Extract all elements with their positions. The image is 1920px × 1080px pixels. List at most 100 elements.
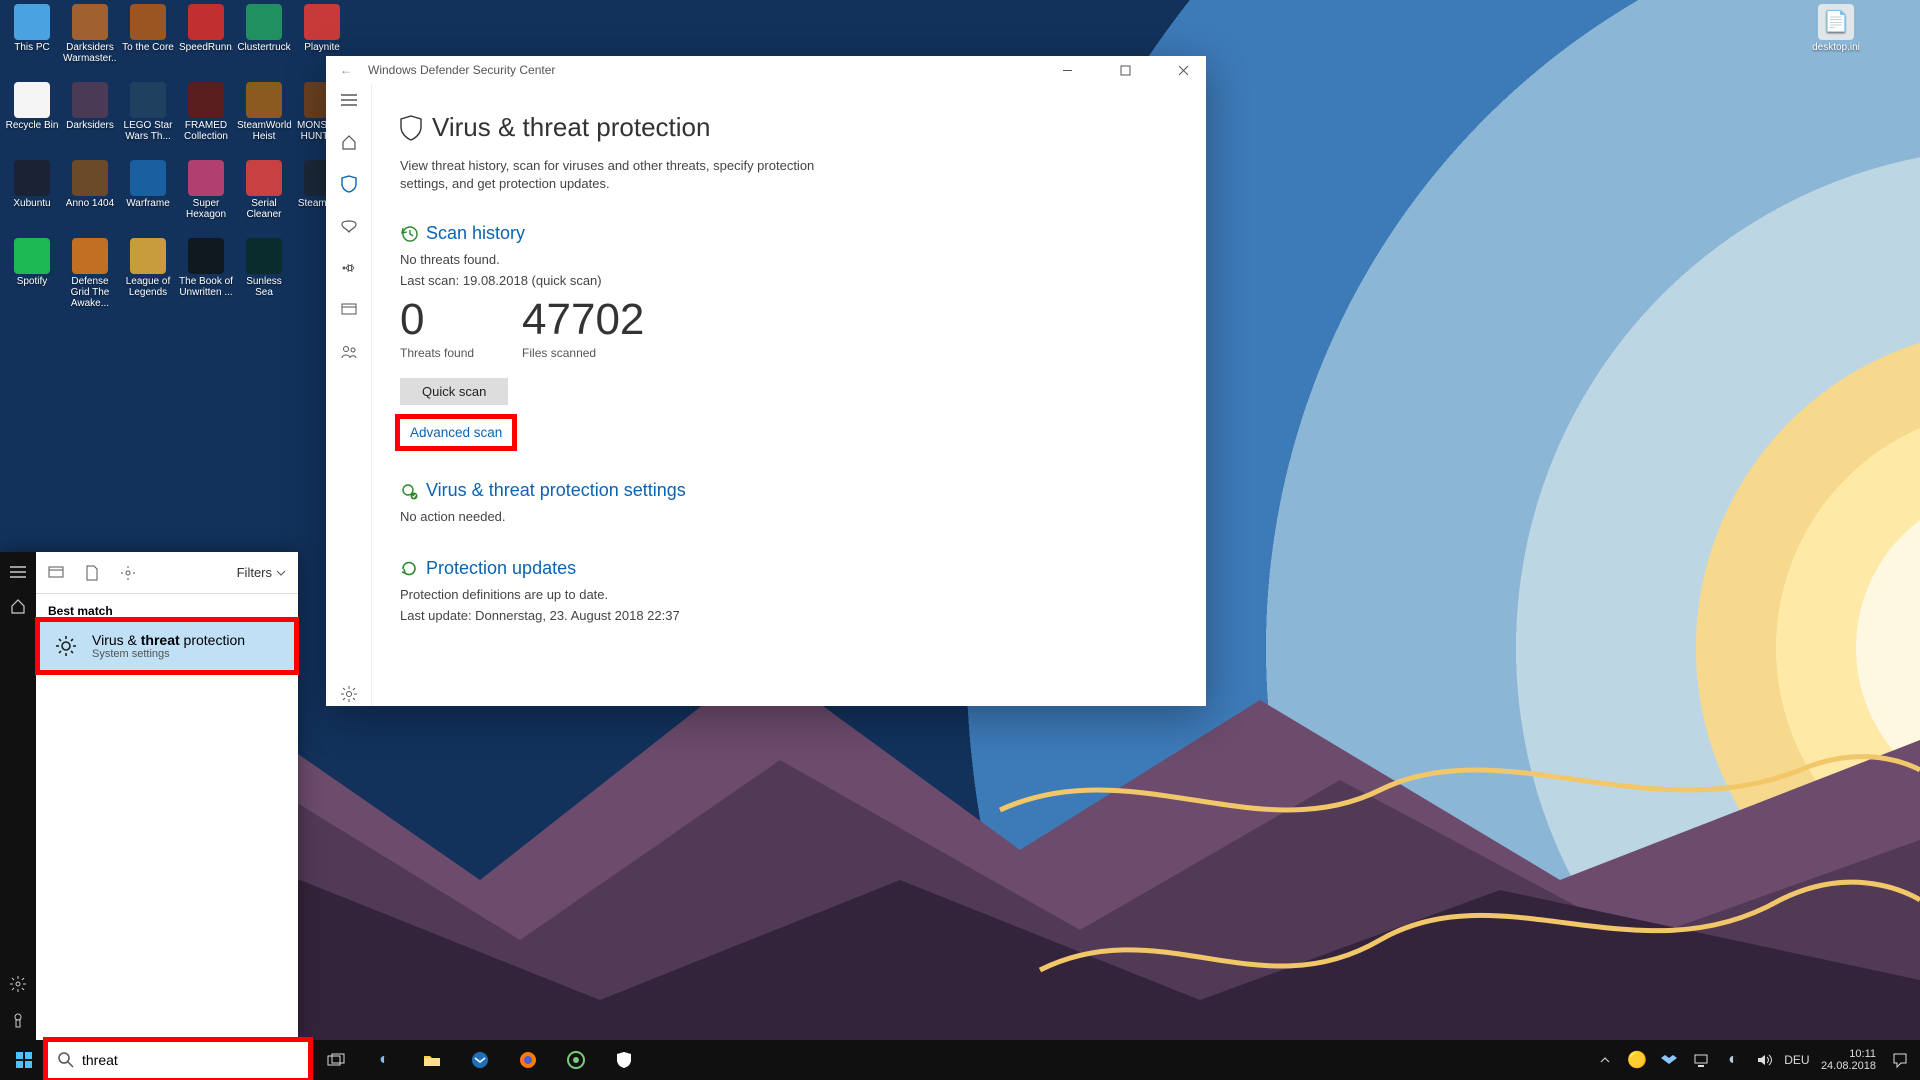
taskbar-thunderbird[interactable]	[456, 1040, 504, 1080]
update-icon	[400, 560, 418, 578]
taskbar-explorer[interactable]	[408, 1040, 456, 1080]
tray-weather-icon[interactable]: 🟡	[1623, 1040, 1651, 1080]
last-scan-text: Last scan: 19.08.2018 (quick scan)	[400, 273, 1170, 288]
search-result-vtp[interactable]: Virus & threat protection System setting…	[40, 622, 294, 670]
desktop-icon[interactable]: Spotify	[4, 238, 60, 314]
history-icon	[400, 225, 418, 243]
result-title: Virus & threat protection	[92, 632, 245, 648]
scan-history-section: Scan history No threats found. Last scan…	[400, 223, 1170, 446]
settings-check-icon	[400, 482, 418, 500]
defender-content: Virus & threat protection View threat hi…	[372, 84, 1206, 706]
desktop-icon[interactable]: To the Core	[120, 4, 176, 80]
nav-home-icon[interactable]	[333, 130, 365, 154]
nav-virus-icon[interactable]	[333, 172, 365, 196]
desktop-icons-grid: This PCRecycle BinXubuntuSpotify Darkside…	[4, 4, 350, 392]
tray-chevron-icon[interactable]	[1591, 1040, 1619, 1080]
taskbar-defender[interactable]	[600, 1040, 648, 1080]
desktop-icon[interactable]: LEGO Star Wars Th...	[120, 82, 176, 158]
protection-updates-section: Protection updates Protection definition…	[400, 558, 1170, 623]
chevron-down-icon	[276, 570, 286, 576]
vtp-settings-link[interactable]: Virus & threat protection settings	[426, 480, 686, 501]
tray-clock[interactable]: 10:11 24.08.2018	[1815, 1048, 1882, 1072]
action-center-icon[interactable]	[1886, 1040, 1914, 1080]
desktop-icon[interactable]: Super Hexagon	[178, 160, 234, 236]
search-scope-bar: Filters	[36, 552, 298, 594]
last-update-text: Last update: Donnerstag, 23. August 2018…	[400, 608, 1170, 623]
window-titlebar[interactable]: ← Windows Defender Security Center	[326, 56, 1206, 84]
protection-updates-link[interactable]: Protection updates	[426, 558, 576, 579]
scope-settings-icon[interactable]	[120, 565, 136, 581]
start-button[interactable]	[0, 1040, 48, 1080]
start-search-panel: Filters Best match Virus & threat protec…	[0, 552, 298, 1040]
vtp-settings-status: No action needed.	[400, 509, 1170, 524]
filters-dropdown[interactable]: Filters	[237, 565, 286, 580]
no-threats-text: No threats found.	[400, 252, 1170, 267]
desktop-icon[interactable]: Darksiders	[62, 82, 118, 158]
rail-feedback-icon[interactable]	[10, 1012, 26, 1028]
desktop-icon-desktop-ini[interactable]: 📄 desktop.ini	[1808, 4, 1864, 53]
files-scanned-value: 47702	[522, 298, 644, 342]
defender-window: ← Windows Defender Security Center	[326, 56, 1206, 706]
shield-icon	[400, 115, 422, 141]
page-title: Virus & threat protection	[432, 112, 710, 143]
search-icon	[58, 1052, 74, 1068]
tray-language[interactable]: DEU	[1783, 1040, 1811, 1080]
nav-firewall-icon[interactable]	[333, 256, 365, 280]
tray-steam-icon[interactable]: ◐	[1719, 1040, 1747, 1080]
hamburger-icon[interactable]	[333, 88, 365, 112]
nav-app-icon[interactable]	[333, 298, 365, 322]
task-view-button[interactable]	[312, 1040, 360, 1080]
desktop-icon[interactable]: FRAMED Collection	[178, 82, 234, 158]
taskbar-app-green[interactable]	[552, 1040, 600, 1080]
maximize-button[interactable]	[1102, 56, 1148, 84]
desktop-icon[interactable]: Sunless Sea	[236, 238, 292, 314]
threats-found-label: Threats found	[400, 346, 474, 360]
result-subtitle: System settings	[92, 648, 245, 660]
desktop-icon[interactable]: Anno 1404	[62, 160, 118, 236]
scope-apps-icon[interactable]	[48, 566, 64, 580]
desktop-icon[interactable]: SteamWorld Heist	[236, 82, 292, 158]
taskbar-firefox[interactable]	[504, 1040, 552, 1080]
nav-account-icon[interactable]	[333, 214, 365, 238]
desktop-icon[interactable]: Warframe	[120, 160, 176, 236]
quick-scan-button[interactable]: Quick scan	[400, 378, 508, 405]
nav-settings-icon[interactable]	[333, 682, 365, 706]
taskbar-search-box[interactable]	[48, 1042, 308, 1078]
rail-home-icon[interactable]	[10, 598, 26, 614]
nav-family-icon[interactable]	[333, 340, 365, 364]
gear-icon	[52, 632, 80, 660]
advanced-scan-link[interactable]: Advanced scan	[400, 419, 512, 446]
desktop-icon[interactable]: This PC	[4, 4, 60, 80]
page-description: View threat history, scan for viruses an…	[400, 157, 820, 193]
window-title: Windows Defender Security Center	[368, 63, 1032, 77]
desktop-icon[interactable]: Defense Grid The Awake...	[62, 238, 118, 314]
threats-found-value: 0	[400, 298, 474, 342]
rail-settings-icon[interactable]	[10, 976, 26, 992]
updates-status: Protection definitions are up to date.	[400, 587, 1170, 602]
desktop-icon[interactable]: Recycle Bin	[4, 82, 60, 158]
back-button[interactable]: ←	[336, 63, 356, 77]
tray-volume-icon[interactable]	[1751, 1040, 1779, 1080]
minimize-button[interactable]	[1044, 56, 1090, 84]
search-rail	[0, 552, 36, 1040]
desktop-icon[interactable]: Clustertruck	[236, 4, 292, 80]
taskbar: ◐ 🟡 ◐ DEU 10:11	[0, 1040, 1920, 1080]
taskbar-search-input[interactable]	[82, 1052, 298, 1068]
desktop-icon[interactable]: Xubuntu	[4, 160, 60, 236]
desktop-icon[interactable]: Serial Cleaner	[236, 160, 292, 236]
tray-dropbox-icon[interactable]	[1655, 1040, 1683, 1080]
scope-documents-icon[interactable]	[86, 565, 98, 581]
desktop-icon[interactable]: League of Legends	[120, 238, 176, 314]
desktop-icon[interactable]: The Book of Unwritten ...	[178, 238, 234, 314]
scan-history-link[interactable]: Scan history	[426, 223, 525, 244]
tray-network-icon[interactable]	[1687, 1040, 1715, 1080]
desktop-icon[interactable]: SpeedRunn...	[178, 4, 234, 80]
close-button[interactable]	[1160, 56, 1206, 84]
best-match-label: Best match	[36, 594, 298, 622]
nav-rail	[326, 84, 372, 706]
taskbar-steam[interactable]: ◐	[360, 1040, 408, 1080]
files-scanned-label: Files scanned	[522, 346, 644, 360]
rail-hamburger-icon[interactable]	[10, 566, 26, 578]
desktop-icon[interactable]: Darksiders Warmaster...	[62, 4, 118, 80]
vtp-settings-section: Virus & threat protection settings No ac…	[400, 480, 1170, 524]
